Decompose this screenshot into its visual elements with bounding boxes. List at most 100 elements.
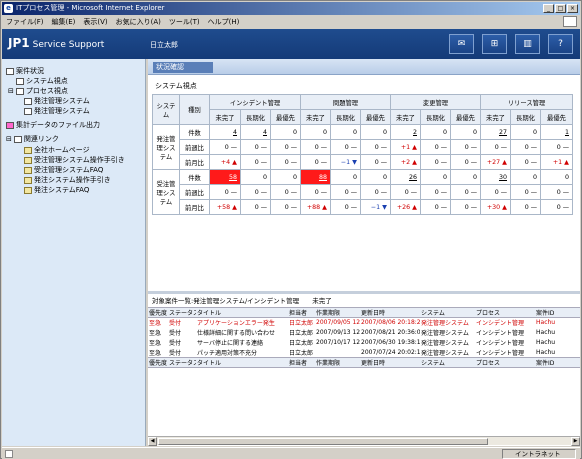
pane-splitter[interactable]: [148, 291, 580, 294]
menu-help[interactable]: ヘルプ(H): [208, 17, 240, 27]
list-item[interactable]: 至急受付 仕様詳細に関する問い合わせ日立太郎2007/09/13 12:00200…: [148, 328, 580, 338]
subcol-header: 未完了: [209, 109, 241, 125]
table-cell[interactable]: 30: [480, 169, 511, 185]
close-button[interactable]: ×: [567, 4, 578, 13]
list-column-header[interactable]: 優先度: [148, 307, 168, 318]
table-cell[interactable]: 2: [390, 124, 421, 140]
horizontal-scrollbar[interactable]: ◀ ▶: [148, 436, 580, 446]
row-kind: 件数: [179, 169, 210, 185]
list-cell-title[interactable]: アプリケーションエラー発生: [196, 318, 288, 328]
list-item[interactable]: 至急 受付 パッチ適用対策不充分 日立太郎 2007/07/24 20:02:12 発注管…: [148, 348, 580, 358]
table-cell[interactable]: 0: [270, 124, 301, 140]
list-column-header[interactable]: 更新日時: [360, 357, 420, 368]
list-column-header[interactable]: ステータス: [168, 307, 196, 318]
window-title: ITプロセス管理 - Microsoft Internet Explorer: [16, 4, 165, 12]
list-column-header[interactable]: システム: [420, 307, 475, 318]
list-column-header[interactable]: ステータス: [168, 357, 196, 368]
browser-window: e ITプロセス管理 - Microsoft Internet Explorer…: [0, 0, 582, 459]
list-column-header[interactable]: プロセス: [475, 357, 535, 368]
tree-system-view[interactable]: システム視点: [16, 76, 68, 86]
tree-process-view[interactable]: ⊟ プロセス視点: [8, 86, 68, 96]
tree-sys1[interactable]: 発注管理システム: [24, 96, 90, 106]
tree-case-status[interactable]: 案件状況: [6, 66, 44, 76]
table-cell[interactable]: 0: [510, 169, 541, 185]
list-column-header[interactable]: 更新日時: [360, 307, 420, 318]
list-column-header[interactable]: タイトル: [196, 307, 288, 318]
maximize-button[interactable]: □: [555, 4, 566, 13]
table-cell[interactable]: 4: [240, 124, 271, 140]
list-column-header[interactable]: 案件ID: [535, 357, 580, 368]
link-purchase-faq[interactable]: 発注システムFAQ: [24, 185, 89, 195]
table-cell: +4 ▲: [209, 154, 241, 170]
list-item[interactable]: 至急受付 アプリケーションエラー発生日立太郎2007/09/05 12:00200…: [148, 318, 580, 328]
list-item[interactable]: 至急受付 サーバ停止に関する連絡日立太郎2007/10/17 12:002007/…: [148, 338, 580, 348]
link-homepage[interactable]: 全社ホームページ: [24, 145, 90, 155]
list-column-header[interactable]: プロセス: [475, 307, 535, 318]
table-cell[interactable]: 58: [209, 169, 241, 185]
table-cell[interactable]: 0: [450, 169, 481, 185]
link-order-faq[interactable]: 受注管理システムFAQ: [24, 165, 103, 175]
table-cell: +88 ▲: [300, 199, 331, 215]
list-column-header[interactable]: システム: [420, 357, 475, 368]
list-cell-owner: 日立太郎: [289, 349, 314, 357]
link-purchase-guide[interactable]: 発注システム操作手引き: [24, 175, 111, 185]
tree-links[interactable]: ⊟ 関連リンク: [6, 134, 59, 144]
scroll-right-icon[interactable]: ▶: [571, 437, 580, 446]
list-column-header[interactable]: 担当者: [288, 357, 315, 368]
status-bar: イントラネット: [2, 447, 580, 459]
list-cell-owner: 日立太郎: [289, 330, 314, 337]
row-kind: 前月比: [179, 199, 210, 215]
table-cell[interactable]: 0: [330, 124, 361, 140]
table-cell[interactable]: 0: [360, 169, 391, 185]
case-list: 優先度ステータスタイトル担当者作業期限更新日時システムプロセス案件ID至急受付ア…: [148, 307, 580, 368]
tree-sys2[interactable]: 発注管理システム: [24, 106, 90, 116]
network-icon[interactable]: ⊞: [482, 34, 507, 54]
minimize-button[interactable]: _: [543, 4, 554, 13]
list-column-header[interactable]: 作業期限: [315, 307, 360, 318]
menu-tools[interactable]: ツール(T): [169, 17, 200, 27]
list-cell-title[interactable]: パッチ適用対策不充分: [196, 348, 288, 358]
subcol-header: 未完了: [390, 109, 421, 125]
table-cell[interactable]: 0: [270, 169, 301, 185]
list-column-header[interactable]: タイトル: [196, 357, 288, 368]
link-order-guide[interactable]: 受注管理システム操作手引き: [24, 155, 125, 165]
list-column-header[interactable]: 案件ID: [535, 307, 580, 318]
table-cell[interactable]: 0: [540, 169, 573, 185]
table-cell: 0 —: [510, 139, 541, 155]
table-cell[interactable]: 0: [510, 124, 541, 140]
system-name: 発注管理システム: [152, 124, 180, 170]
table-cell[interactable]: 0: [450, 124, 481, 140]
table-cell[interactable]: 0: [240, 169, 271, 185]
list-column-header[interactable]: 優先度: [148, 357, 168, 368]
table-cell[interactable]: 0: [420, 169, 451, 185]
table-cell: +1 ▲: [390, 139, 421, 155]
scroll-left-icon[interactable]: ◀: [148, 437, 157, 446]
message-icon[interactable]: ✉: [449, 34, 474, 54]
menu-file[interactable]: ファイル(F): [6, 17, 44, 27]
menu-view[interactable]: 表示(V): [83, 17, 107, 27]
table-cell[interactable]: 1: [540, 124, 573, 140]
table-cell[interactable]: 27: [480, 124, 511, 140]
list-cell-status: 受付: [169, 330, 182, 337]
group-change: 変更管理: [390, 94, 481, 110]
list-column-header[interactable]: 担当者: [288, 307, 315, 318]
table-cell[interactable]: 4: [209, 124, 241, 140]
menu-favorites[interactable]: お気に入り(A): [116, 17, 161, 27]
book-icon[interactable]: ▥: [515, 34, 540, 54]
table-cell[interactable]: 0: [330, 169, 361, 185]
table-cell[interactable]: 88: [300, 169, 331, 185]
collapse-icon[interactable]: ⊟: [6, 135, 12, 143]
list-cell-title[interactable]: サーバ停止に関する連絡: [196, 338, 288, 348]
list-cell-title[interactable]: 仕様詳細に関する問い合わせ: [196, 328, 288, 338]
table-cell[interactable]: 0: [300, 124, 331, 140]
list-cell-id: Hachu: [536, 339, 556, 346]
tree-export[interactable]: 集計データのファイル出力: [6, 120, 100, 130]
list-column-header[interactable]: 作業期限: [315, 357, 360, 368]
table-cell[interactable]: 0: [420, 124, 451, 140]
help-icon[interactable]: ?: [548, 34, 573, 54]
table-cell[interactable]: 26: [390, 169, 421, 185]
menu-edit[interactable]: 編集(E): [52, 17, 76, 27]
scroll-thumb[interactable]: [158, 438, 488, 445]
collapse-icon[interactable]: ⊟: [8, 87, 14, 95]
table-cell[interactable]: 0: [360, 124, 391, 140]
